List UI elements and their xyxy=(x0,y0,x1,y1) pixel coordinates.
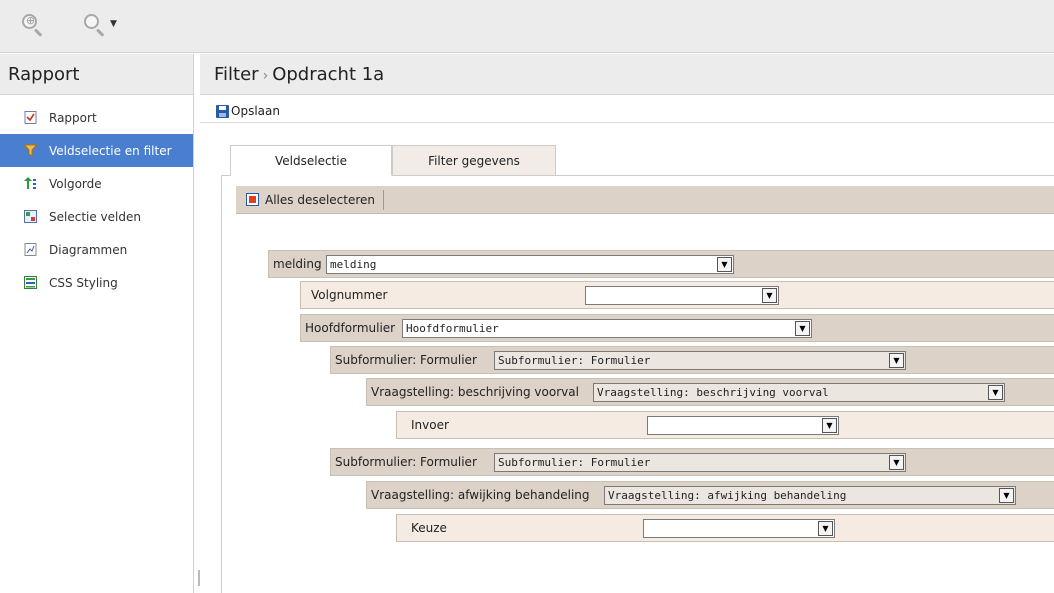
field-row-vraagstelling-voorval: Vraagstelling: beschrijving voorval Vraa… xyxy=(366,378,1054,406)
select-value: Hoofdformulier xyxy=(406,322,499,335)
panel-toolbar: Alles deselecteren xyxy=(236,186,1054,214)
field-select-subformulier-1[interactable]: Subformulier: Formulier ▼ xyxy=(494,351,906,370)
field-row-melding: melding melding ▼ xyxy=(268,250,1054,278)
sidebar-item-label: Volgorde xyxy=(49,176,102,191)
chevron-down-icon: ▼ xyxy=(988,385,1003,400)
field-select-invoer[interactable]: ▼ xyxy=(647,416,839,435)
select-fields-icon xyxy=(24,210,37,223)
field-label: Invoer xyxy=(411,418,449,432)
sidebar-item-volgorde[interactable]: Volgorde xyxy=(0,167,193,200)
tab-veldselectie[interactable]: Veldselectie xyxy=(230,145,392,176)
field-row-subformulier-1: Subformulier: Formulier Subformulier: Fo… xyxy=(330,346,1054,374)
sidebar-item-label: CSS Styling xyxy=(49,275,118,290)
field-row-volgnummer: Volgnummer ▼ xyxy=(300,281,1054,309)
field-select-hoofdformulier[interactable]: Hoofdformulier ▼ xyxy=(402,319,812,338)
field-label: Volgnummer xyxy=(311,288,388,302)
sidebar-item-veldselectie[interactable]: Veldselectie en filter xyxy=(0,134,193,167)
sidebar-title: Rapport xyxy=(0,54,193,95)
select-value: Vraagstelling: afwijking behandeling xyxy=(608,489,847,502)
field-select-keuze[interactable]: ▼ xyxy=(643,519,835,538)
chevron-down-icon: ▼ xyxy=(822,418,837,433)
field-label: Subformulier: Formulier xyxy=(335,455,477,469)
deselect-all-button[interactable]: Alles deselecteren xyxy=(246,193,375,207)
field-row-subformulier-2: Subformulier: Formulier Subformulier: Fo… xyxy=(330,448,1054,476)
field-select-volgnummer[interactable]: ▼ xyxy=(585,286,779,305)
filter-icon xyxy=(23,144,38,157)
field-row-keuze: Keuze ▼ xyxy=(396,514,1054,542)
field-label: Vraagstelling: beschrijving voorval xyxy=(371,385,579,399)
deselect-all-label: Alles deselecteren xyxy=(265,192,376,207)
sidebar-item-rapport[interactable]: Rapport xyxy=(0,101,193,134)
field-label: Subformulier: Formulier xyxy=(335,353,477,367)
select-value: Vraagstelling: beschrijving voorval xyxy=(597,386,829,399)
field-row-invoer: Invoer ▼ xyxy=(396,411,1054,439)
deselect-icon xyxy=(246,193,259,206)
save-button[interactable]: Opslaan xyxy=(216,104,280,118)
chevron-down-icon: ▼ xyxy=(999,488,1014,503)
css-icon xyxy=(24,276,37,289)
chart-icon xyxy=(24,243,37,256)
main-content: Filter › Opdracht 1a Opslaan Veldselectie … xyxy=(200,54,1054,593)
action-toolbar: Opslaan xyxy=(200,95,1054,123)
field-row-vraagstelling-behandeling: Vraagstelling: afwijking behandeling Vra… xyxy=(366,481,1054,509)
sidebar-item-label: Selectie velden xyxy=(49,209,141,224)
field-select-vraagstelling-voorval[interactable]: Vraagstelling: beschrijving voorval ▼ xyxy=(593,383,1005,402)
page-title: Opdracht 1a xyxy=(272,64,385,85)
floppy-disk-icon xyxy=(216,104,229,118)
field-row-hoofdformulier: Hoofdformulier Hoofdformulier ▼ xyxy=(300,314,1054,342)
sort-order-icon xyxy=(24,177,37,190)
chevron-down-icon: ▼ xyxy=(795,321,810,336)
chevron-down-icon: ▼ xyxy=(717,257,732,272)
chevron-down-icon: ▼ xyxy=(889,455,904,470)
sidebar-item-label: Veldselectie en filter xyxy=(49,143,172,158)
chevron-down-icon: ▼ xyxy=(818,521,833,536)
field-label: Vraagstelling: afwijking behandeling xyxy=(371,488,590,502)
breadcrumb: Filter › Opdracht 1a xyxy=(200,54,1054,95)
sidebar-item-label: Rapport xyxy=(49,110,97,125)
toolbar-divider xyxy=(383,189,385,210)
field-label: melding xyxy=(273,257,322,271)
select-value: Subformulier: Formulier xyxy=(498,456,651,469)
field-select-subformulier-2[interactable]: Subformulier: Formulier ▼ xyxy=(494,453,906,472)
field-label: Hoofdformulier xyxy=(305,321,396,335)
sidebar: Rapport Rapport Veldselectie en filter V… xyxy=(0,54,194,593)
field-label: Keuze xyxy=(411,521,447,535)
select-value: melding xyxy=(330,258,377,271)
sidebar-item-css-styling[interactable]: CSS Styling xyxy=(0,266,193,299)
select-value: Subformulier: Formulier xyxy=(498,354,651,367)
chevron-down-icon: ▼ xyxy=(889,353,904,368)
report-icon xyxy=(24,111,37,124)
breadcrumb-root[interactable]: Filter xyxy=(214,64,259,85)
tab-bar: Veldselectie Filter gegevens xyxy=(230,145,556,176)
breadcrumb-separator: › xyxy=(262,68,269,84)
chevron-down-icon: ▼ xyxy=(762,288,777,303)
sidebar-item-label: Diagrammen xyxy=(49,242,128,257)
top-toolbar: ⊕ ▼ xyxy=(0,0,1054,53)
sidebar-item-selectie-velden[interactable]: Selectie velden xyxy=(0,200,193,233)
search-dropdown-icon[interactable]: ▼ xyxy=(82,12,117,37)
field-select-vraagstelling-behandeling[interactable]: Vraagstelling: afwijking behandeling ▼ xyxy=(604,486,1016,505)
field-select-melding[interactable]: melding ▼ xyxy=(326,255,734,274)
sidebar-item-diagrammen[interactable]: Diagrammen xyxy=(0,233,193,266)
save-label: Opslaan xyxy=(231,104,280,118)
zoom-in-icon[interactable]: ⊕ xyxy=(20,12,44,37)
tab-filter-gegevens[interactable]: Filter gegevens xyxy=(392,145,556,176)
